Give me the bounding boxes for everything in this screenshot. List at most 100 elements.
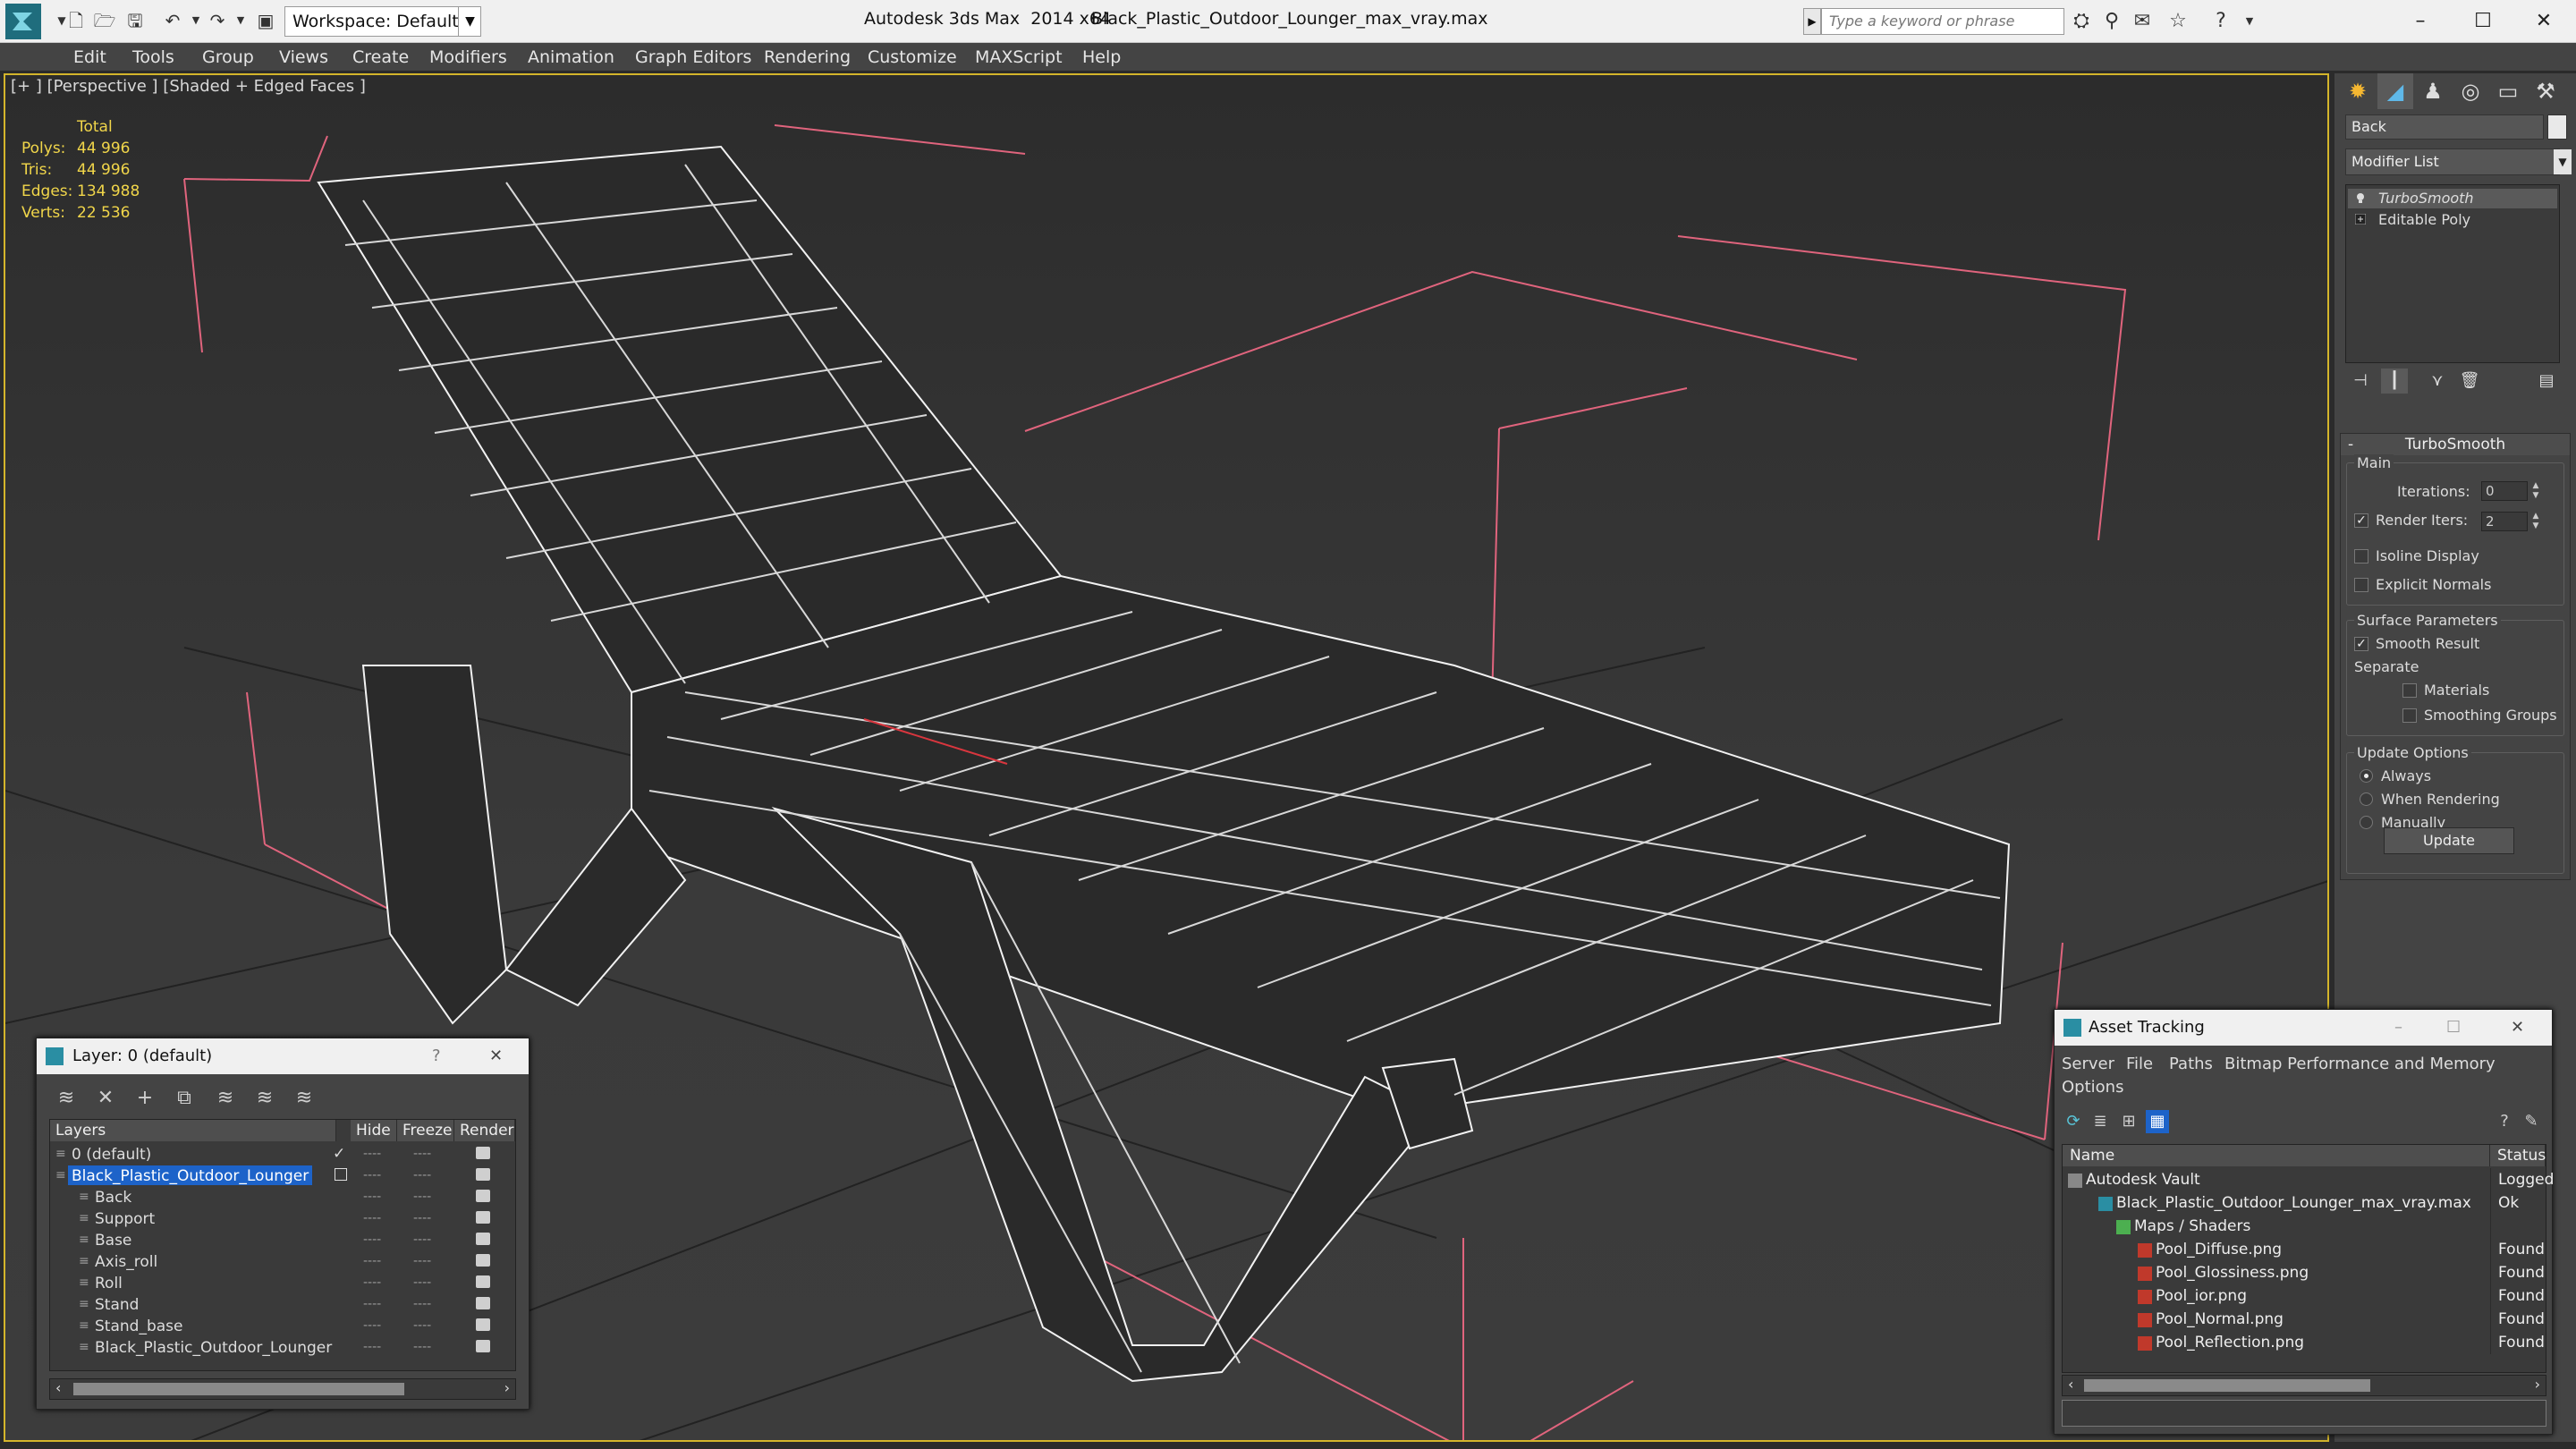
freeze-toggle[interactable]: ---- (413, 1165, 431, 1186)
layer-name[interactable]: Black_Plastic_Outdoor_Lounger (91, 1337, 335, 1357)
settings-icon[interactable]: ✎ (2520, 1110, 2543, 1133)
help-icon[interactable]: ? (2207, 9, 2234, 34)
render-teapot-icon[interactable] (476, 1275, 490, 1288)
layer-horizontal-scrollbar[interactable]: ‹ › (49, 1378, 516, 1400)
menu-customize[interactable]: Customize (868, 43, 957, 72)
scrollbar-thumb[interactable] (2084, 1379, 2370, 1392)
freeze-toggle[interactable]: ---- (413, 1229, 431, 1250)
create-layer-icon[interactable]: ≋ (53, 1085, 80, 1112)
table-view-icon[interactable]: ▦ (2146, 1110, 2169, 1133)
asset-name[interactable]: Pool_Reflection.png (2156, 1331, 2304, 1354)
asset-name[interactable]: Black_Plastic_Outdoor_Lounger_max_vray.m… (2116, 1191, 2471, 1215)
render-teapot-icon[interactable] (476, 1233, 490, 1245)
subscription-icon[interactable]: ⚲ (2098, 9, 2125, 34)
menu-modifiers[interactable]: Modifiers (429, 43, 507, 72)
app-logo-icon[interactable] (5, 4, 41, 39)
asset-name[interactable]: Autodesk Vault (2086, 1168, 2200, 1191)
refresh-icon[interactable]: ⟳ (2062, 1110, 2085, 1133)
freeze-toggle[interactable]: ---- (413, 1272, 431, 1293)
layer-name[interactable]: Back (91, 1187, 135, 1207)
render-iters-checkbox[interactable]: ✓ (2354, 513, 2368, 528)
configure-modifier-sets-icon[interactable]: ▤ (2533, 369, 2560, 394)
update-button[interactable]: Update (2384, 827, 2514, 854)
layer-row[interactable]: ≡ Base ---- ---- (50, 1229, 515, 1250)
asset-menu-server[interactable]: Server (2062, 1053, 2114, 1076)
col-name[interactable]: Name (2063, 1145, 2490, 1166)
undo-dropdown-icon[interactable]: ▼ (184, 9, 208, 32)
hide-all-layers-icon[interactable]: ≋ (251, 1085, 278, 1112)
stack-item-editable-poly[interactable]: Editable Poly (2348, 210, 2557, 230)
hierarchy-tab-icon[interactable]: ♟ (2415, 73, 2451, 109)
asset-row[interactable]: Pool_Diffuse.png Found (2063, 1238, 2546, 1261)
render-iters-spinner[interactable]: 2 (2481, 512, 2528, 531)
asset-name[interactable]: Pool_Glossiness.png (2156, 1261, 2309, 1284)
render-teapot-icon[interactable] (476, 1318, 490, 1331)
communication-icon[interactable]: ✉ (2129, 9, 2156, 34)
hide-toggle[interactable]: ---- (363, 1143, 381, 1165)
maximize-icon[interactable]: ☐ (2456, 5, 2510, 38)
active-layer-check-icon[interactable]: ✓ (333, 1143, 345, 1165)
show-end-result-icon[interactable]: ┃ (2381, 369, 2408, 394)
expand-plus-icon[interactable] (2355, 214, 2366, 225)
project-folder-icon[interactable]: ▣ (254, 9, 277, 32)
render-teapot-icon[interactable] (476, 1147, 490, 1159)
modifier-list-dropdown[interactable]: Modifier List ▼ (2345, 148, 2572, 175)
object-name-input[interactable]: Back (2345, 114, 2544, 140)
hide-toggle[interactable]: ---- (363, 1229, 381, 1250)
layer-name[interactable]: Stand_base (91, 1316, 186, 1335)
render-teapot-icon[interactable] (476, 1340, 490, 1352)
materials-checkbox[interactable] (2402, 683, 2417, 698)
freeze-toggle[interactable]: ---- (413, 1143, 431, 1165)
hide-toggle[interactable]: ---- (363, 1165, 381, 1186)
col-render[interactable]: Render (454, 1120, 515, 1141)
freeze-toggle[interactable]: ---- (413, 1250, 431, 1272)
menu-edit[interactable]: Edit (73, 43, 106, 72)
explicit-normals-checkbox[interactable] (2354, 578, 2368, 592)
spinner-arrows-icon[interactable]: ▲ ▼ (2529, 481, 2542, 501)
layer-row[interactable]: ≡ 0 (default) ✓ ---- ---- (50, 1143, 515, 1165)
iterations-spinner[interactable]: 0 (2481, 481, 2528, 501)
layer-name[interactable]: Axis_roll (91, 1251, 161, 1271)
hide-toggle[interactable]: ---- (363, 1293, 381, 1315)
asset-menu-file[interactable]: File (2126, 1053, 2153, 1076)
help-dropdown-icon[interactable]: ▼ (2236, 9, 2263, 34)
close-icon[interactable]: ✕ (489, 1038, 503, 1074)
object-color-swatch[interactable] (2547, 114, 2567, 140)
save-file-icon[interactable]: 🖫 (123, 9, 147, 32)
search-expand-icon[interactable]: ▶ (1803, 8, 1821, 35)
layer-row[interactable]: ≡ Stand ---- ---- (50, 1293, 515, 1315)
layer-row[interactable]: ≡ Black_Plastic_Outdoor_Lounger ---- ---- (50, 1336, 515, 1358)
asset-menu-bitmap-performance[interactable]: Bitmap Performance and Memory (2224, 1053, 2496, 1076)
asset-row[interactable]: Autodesk Vault Logged (2063, 1168, 2554, 1191)
col-freeze[interactable]: Freeze (397, 1120, 454, 1141)
always-radio[interactable] (2360, 769, 2373, 783)
chevron-down-icon[interactable]: ▼ (2554, 149, 2572, 174)
menu-create[interactable]: Create (352, 43, 409, 72)
turbosmooth-rollout-header[interactable]: - TurboSmooth (2341, 434, 2570, 455)
asset-row[interactable]: Pool_Normal.png Found (2063, 1308, 2546, 1331)
modify-tab-icon[interactable]: ◢ (2377, 73, 2413, 109)
menu-graph-editors[interactable]: Graph Editors (635, 43, 751, 72)
hide-toggle[interactable]: ---- (363, 1208, 381, 1229)
menu-tools[interactable]: Tools (132, 43, 174, 72)
redo-icon[interactable]: ↷ (206, 9, 229, 32)
when-rendering-radio[interactable] (2360, 792, 2373, 806)
layer-name[interactable]: Base (91, 1230, 135, 1250)
asset-name[interactable]: Maps / Shaders (2134, 1215, 2250, 1238)
layer-name[interactable]: Roll (91, 1273, 126, 1292)
asset-row[interactable]: Pool_Reflection.png Found (2063, 1331, 2546, 1354)
maximize-icon[interactable]: ☐ (2446, 1010, 2461, 1046)
menu-maxscript[interactable]: MAXScript (975, 43, 1063, 72)
layer-row[interactable]: ≡ Back ---- ---- (50, 1186, 515, 1208)
scrollbar-thumb[interactable] (73, 1383, 404, 1395)
freeze-all-layers-icon[interactable]: ≋ (291, 1085, 318, 1112)
isoline-display-checkbox[interactable] (2354, 549, 2368, 564)
help-icon[interactable]: ? (432, 1038, 441, 1074)
asset-menu-paths[interactable]: Paths (2169, 1053, 2213, 1076)
hide-toggle[interactable]: ---- (363, 1315, 381, 1336)
asset-name[interactable]: Pool_Diffuse.png (2156, 1238, 2282, 1261)
menu-rendering[interactable]: Rendering (764, 43, 851, 72)
minimize-icon[interactable]: – (2394, 5, 2447, 38)
list-view-icon[interactable]: ≣ (2089, 1110, 2112, 1133)
render-teapot-icon[interactable] (476, 1190, 490, 1202)
